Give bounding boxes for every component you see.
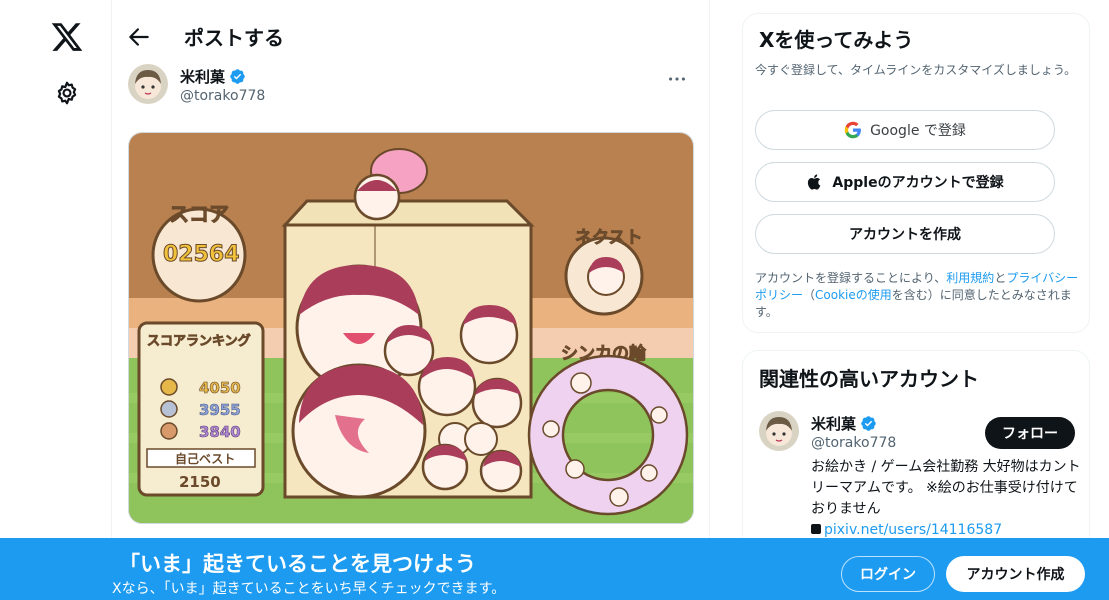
bio-text: お絵かき / ゲーム会社勤務 大好物はカントリーマアムです。 ※絵のお仕事受け付… (811, 459, 1081, 517)
verified-badge-icon (230, 69, 245, 84)
bio-link[interactable]: pixiv.net/users/14116587 (824, 522, 1002, 538)
author-name[interactable]: 米利菓 (180, 66, 246, 87)
gear-icon[interactable] (54, 80, 80, 106)
related-accounts-title: 関連性の高いアカウント (759, 367, 979, 391)
page-title: ポストする (184, 26, 284, 50)
legal-text: アカウントを登録することにより、利用規約とプライバシーポリシー（Cookieの使… (755, 270, 1085, 321)
left-nav (0, 0, 112, 600)
related-account-handle: @torako778 (811, 435, 897, 451)
signup-button[interactable]: アカウント作成 (946, 556, 1085, 592)
more-icon[interactable] (666, 68, 688, 90)
x-logo-icon[interactable] (50, 20, 84, 54)
avatar[interactable] (128, 64, 168, 104)
avatar[interactable] (759, 411, 799, 451)
signup-banner: 「いま」起きていることを見つけよう Xなら、「いま」起きていることをいち早くチェ… (0, 538, 1109, 600)
post-author: 米利菓 @torako778 (128, 64, 694, 108)
signup-card-subtitle: 今すぐ登録して、タイムラインをカスタマイズしましょう。 (755, 63, 1077, 77)
google-signup-button[interactable]: Google で登録 (755, 110, 1055, 150)
related-account-name-text: 米利菓 (811, 415, 857, 433)
post-image[interactable]: スコア 02564 スコアランキング 4050 3955 3840 自己ベスト … (128, 132, 694, 524)
legal-prefix: アカウントを登録することにより、 (755, 271, 947, 285)
legal-paren-open: （ (803, 288, 816, 302)
top-bar: ポストする (112, 0, 710, 70)
verified-badge-icon (861, 416, 876, 431)
terms-link[interactable]: 利用規約 (946, 271, 994, 285)
main-column: ポストする 米利菓 @torako778 スコア 02564 スコアランキング … (112, 0, 710, 600)
back-arrow-icon[interactable] (126, 24, 152, 50)
rank2-value: 3955 (199, 401, 241, 419)
score-value: 02564 (163, 242, 240, 267)
best-value: 2150 (179, 473, 221, 491)
google-signup-label: Google で登録 (870, 123, 966, 139)
related-account-bio: お絵かき / ゲーム会社勤務 大好物はカントリーマアムです。 ※絵のお仕事受け付… (811, 457, 1083, 541)
rank1-value: 4050 (199, 379, 241, 397)
legal-and: と (994, 271, 1007, 285)
signup-card-title: Xを使ってみよう (759, 28, 914, 52)
follow-button[interactable]: フォロー (985, 417, 1075, 449)
author-handle: @torako778 (180, 88, 266, 104)
author-name-text: 米利菓 (180, 68, 226, 86)
apple-signup-button[interactable]: Appleのアカウントで登録 (755, 162, 1055, 202)
login-button[interactable]: ログイン (841, 556, 935, 592)
related-account-name[interactable]: 米利菓 (811, 413, 877, 434)
best-label: 自己ベスト (175, 451, 235, 466)
square-icon (811, 524, 821, 534)
cookie-link[interactable]: Cookieの使用 (815, 288, 892, 302)
score-label: スコア (169, 202, 229, 226)
ranking-label: スコアランキング (147, 333, 251, 349)
banner-subtitle: Xなら、「いま」起きていることをいち早くチェックできます。 (112, 581, 506, 597)
apple-signup-label: Appleのアカウントで登録 (832, 175, 1004, 191)
create-account-label: アカウントを作成 (849, 227, 961, 243)
rank3-value: 3840 (199, 423, 241, 441)
create-account-button[interactable]: アカウントを作成 (755, 214, 1055, 254)
apple-icon (808, 174, 821, 190)
banner-title: 「いま」起きていることを見つけよう (119, 552, 476, 576)
google-icon (844, 121, 861, 139)
signup-card: Xを使ってみよう 今すぐ登録して、タイムラインをカスタマイズしましょう。 Goo… (742, 13, 1090, 333)
next-label: ネクスト (575, 228, 643, 248)
